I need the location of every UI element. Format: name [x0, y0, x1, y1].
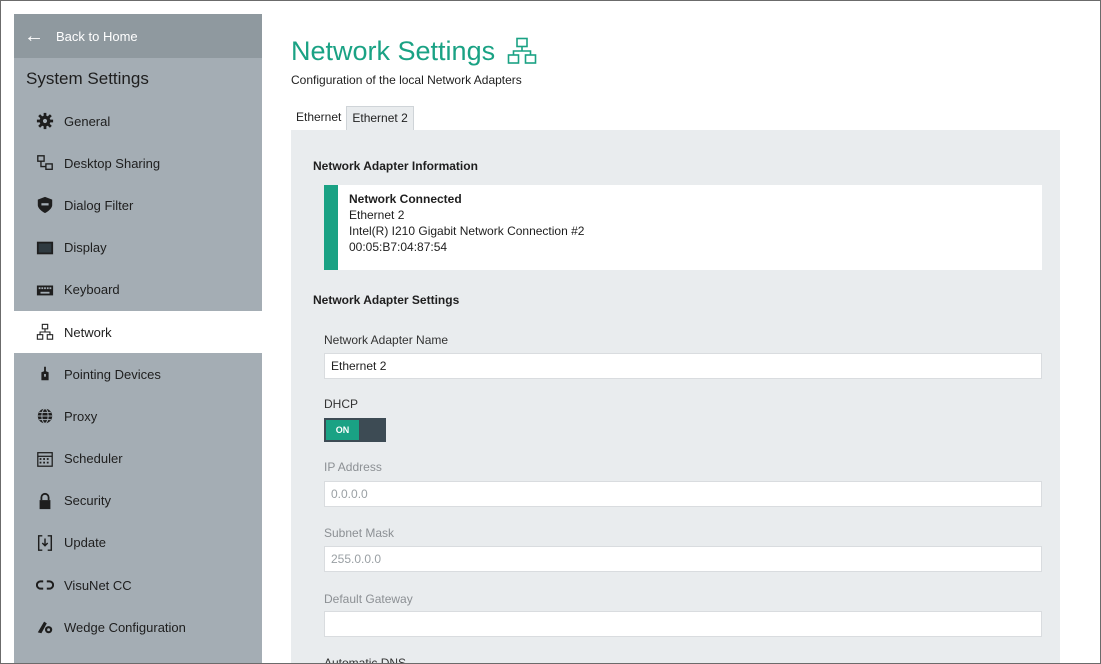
sidebar-item-scheduler[interactable]: Scheduler — [14, 438, 262, 480]
ip-address-label: IP Address — [324, 460, 382, 474]
sidebar-item-visunet-cc[interactable]: VisuNet CC — [14, 564, 262, 606]
dhcp-label: DHCP — [324, 397, 359, 411]
sidebar-item-proxy[interactable]: Proxy — [14, 395, 262, 437]
default-gateway-label: Default Gateway — [324, 592, 413, 606]
shield-icon — [36, 196, 54, 214]
sidebar-item-label: VisuNet CC — [64, 577, 132, 593]
desktop-sharing-icon — [36, 154, 54, 172]
display-icon — [36, 239, 54, 257]
back-to-home-label: Back to Home — [56, 28, 138, 44]
sidebar-item-update[interactable]: Update — [14, 522, 262, 564]
sidebar-item-keyboard[interactable]: Keyboard — [14, 269, 262, 311]
sidebar-item-wedge-configuration[interactable]: Wedge Configuration — [14, 606, 262, 648]
page-title: Network Settings — [291, 35, 496, 66]
tab-bar: Ethernet Ethernet 2 — [291, 106, 414, 130]
adapter-info-heading: Network Adapter Information — [313, 159, 478, 173]
adapter-device: Intel(R) I210 Gigabit Network Connection… — [349, 224, 585, 238]
adapter-status: Network Connected — [349, 192, 462, 206]
globe-icon — [36, 407, 54, 425]
ip-address-input[interactable]: 0.0.0.0 — [324, 481, 1042, 507]
sidebar-item-dialog-filter[interactable]: Dialog Filter — [14, 184, 262, 226]
subnet-mask-input[interactable]: 255.0.0.0 — [324, 546, 1042, 572]
sidebar-item-label: Scheduler — [64, 451, 123, 467]
sidebar-item-label: Wedge Configuration — [64, 619, 186, 635]
lock-icon — [36, 492, 54, 510]
adapter-settings-heading: Network Adapter Settings — [313, 293, 460, 307]
calendar-icon — [36, 450, 54, 468]
network-icon — [507, 37, 537, 65]
update-icon — [36, 534, 54, 552]
adapter-mac: 00:05:B7:04:87:54 — [349, 240, 448, 254]
sidebar: ← Back to Home System Settings General D… — [14, 14, 262, 663]
sidebar-item-label: Update — [64, 535, 106, 551]
keyboard-icon — [36, 281, 54, 299]
back-to-home-button[interactable]: ← Back to Home — [14, 14, 262, 58]
adapter-info-card: Network Connected Ethernet 2 Intel(R) I2… — [324, 185, 1042, 270]
tab-ethernet-2[interactable]: Ethernet 2 — [346, 106, 414, 130]
automatic-dns-label: Automatic DNS — [324, 656, 407, 664]
sidebar-item-display[interactable]: Display — [14, 227, 262, 269]
settings-panel: Network Adapter Information Network Conn… — [291, 130, 1060, 664]
link-icon — [36, 576, 54, 594]
status-indicator-bar — [324, 185, 338, 270]
sidebar-item-label: Network — [64, 324, 112, 340]
adapter-name-label: Network Adapter Name — [324, 333, 449, 347]
sidebar-item-pointing-devices[interactable]: Pointing Devices — [14, 353, 262, 395]
subnet-mask-label: Subnet Mask — [324, 526, 395, 540]
sidebar-item-general[interactable]: General — [14, 100, 262, 142]
page-title-row: Network Settings — [291, 29, 1081, 73]
sidebar-item-desktop-sharing[interactable]: Desktop Sharing — [14, 142, 262, 184]
page-subtitle: Configuration of the local Network Adapt… — [291, 73, 522, 87]
sidebar-item-label: Security — [64, 493, 111, 509]
sidebar-title: System Settings — [26, 69, 149, 88]
adapter-name-input[interactable]: Ethernet 2 — [324, 353, 1042, 379]
wedge-icon — [36, 618, 54, 636]
sidebar-item-label: Proxy — [64, 408, 98, 424]
dhcp-toggle[interactable]: ON — [324, 418, 386, 442]
sidebar-item-label: Keyboard — [64, 282, 120, 298]
gear-icon — [36, 112, 54, 130]
sidebar-item-network[interactable]: Network — [14, 310, 262, 354]
tab-ethernet[interactable]: Ethernet — [291, 106, 346, 130]
adapter-info-lines: Network Connected Ethernet 2 Intel(R) I2… — [349, 191, 584, 255]
adapter-name: Ethernet 2 — [349, 208, 405, 222]
sidebar-item-label: Desktop Sharing — [64, 155, 161, 171]
sidebar-item-label: Dialog Filter — [64, 197, 134, 213]
settings-window: ← Back to Home System Settings General D… — [0, 0, 1101, 664]
sidebar-item-label: Display — [64, 240, 107, 256]
arrow-left-icon: ← — [24, 25, 44, 47]
sidebar-item-security[interactable]: Security — [14, 480, 262, 522]
default-gateway-input[interactable] — [324, 611, 1042, 637]
sidebar-item-label: General — [64, 113, 111, 129]
pointer-icon — [36, 365, 54, 383]
network-icon — [36, 323, 54, 341]
main-content: Network Settings Configuration of the lo… — [291, 14, 1081, 663]
sidebar-item-label: Pointing Devices — [64, 366, 161, 382]
dhcp-toggle-state: ON — [326, 420, 359, 440]
